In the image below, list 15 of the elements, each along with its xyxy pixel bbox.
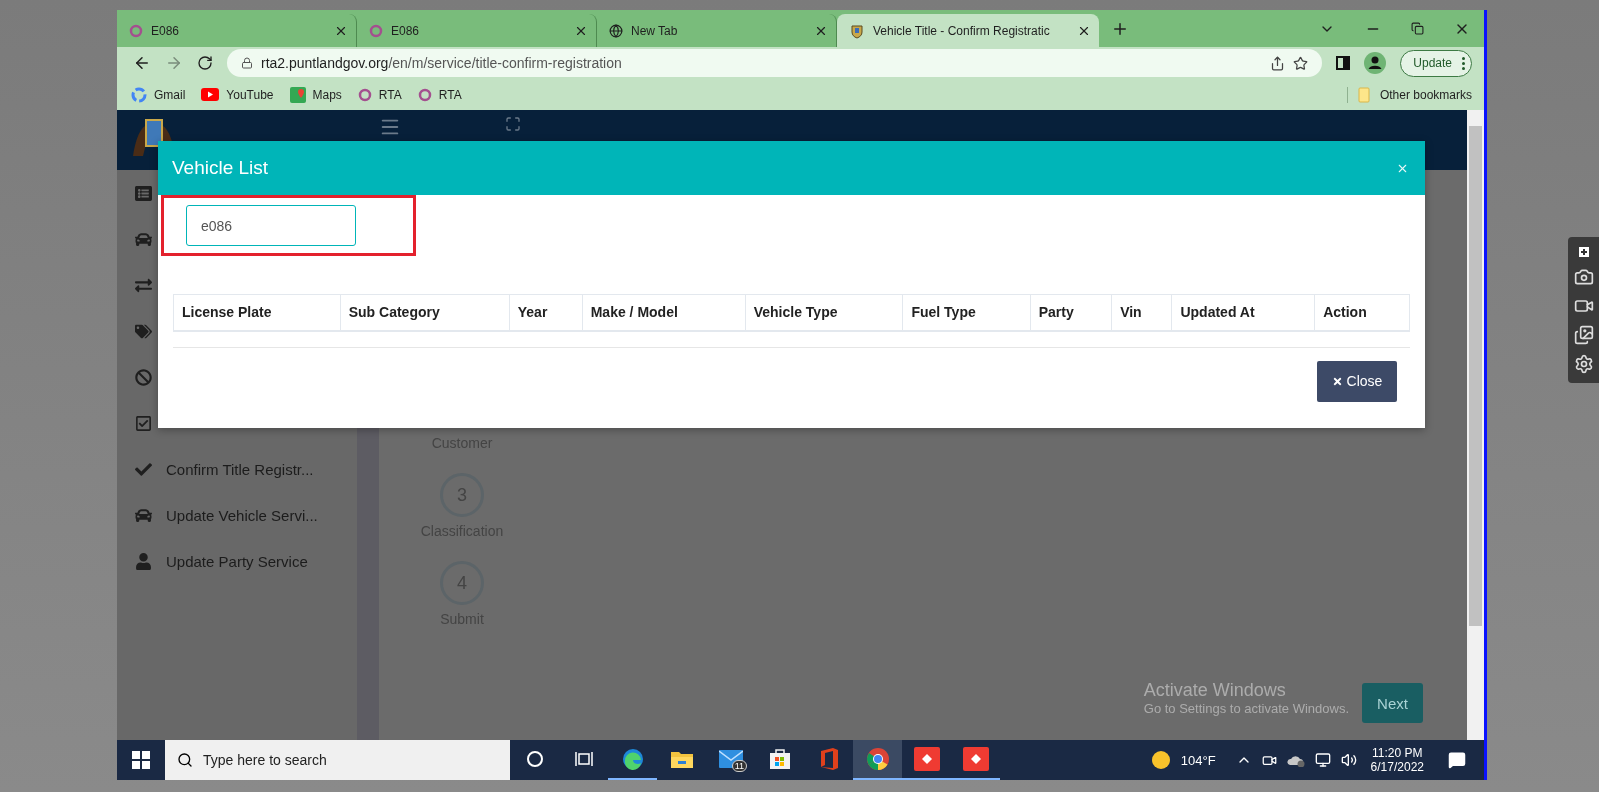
column-header: Year <box>509 294 583 331</box>
column-header: Party <box>1030 294 1112 331</box>
url-text: rta2.puntlandgov.org/en/m/service/title-confirm-registration <box>261 55 622 71</box>
temperature-text: 104°F <box>1180 752 1216 768</box>
column-header: Sub Category <box>340 294 510 331</box>
column-header: Make / Model <box>582 294 746 331</box>
column-header: License Plate <box>173 294 341 331</box>
column-header: Action <box>1314 294 1410 331</box>
activation-title: Activate Windows <box>1143 680 1287 701</box>
column-header: Fuel Type <box>902 294 1031 331</box>
modal-title: Vehicle List <box>172 157 269 179</box>
column-header: Vin <box>1111 294 1172 331</box>
activation-text: Go to Settings to activate Windows. <box>1143 701 1349 716</box>
column-header: Vehicle Type <box>745 294 903 331</box>
column-header: Updated At <box>1171 294 1315 331</box>
